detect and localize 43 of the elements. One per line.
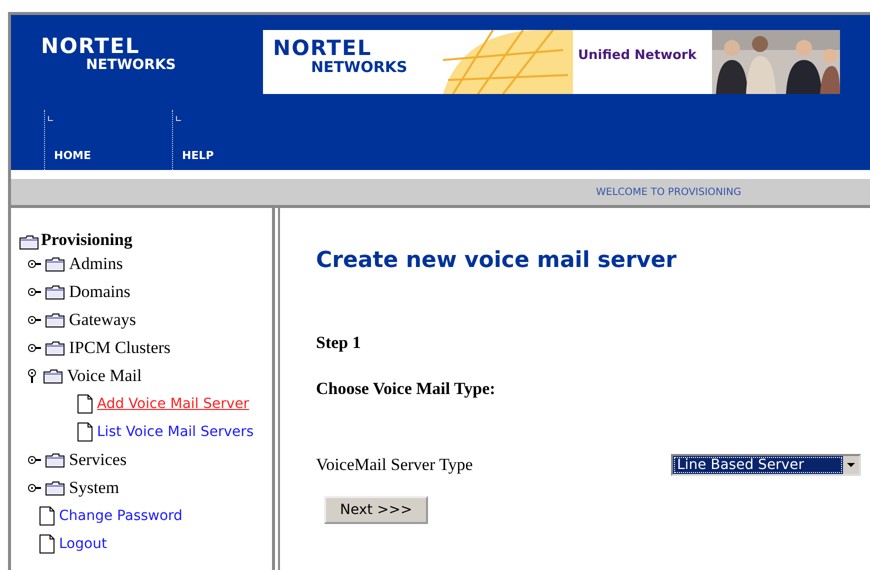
logo-text: NETWORKS (85, 57, 177, 73)
folder-icon (45, 340, 65, 356)
folder-icon (19, 235, 39, 250)
logo-text: NORTEL (273, 38, 373, 59)
document-icon (77, 394, 93, 414)
banner-tagline: Unified Network (578, 48, 696, 63)
section-label: Choose Voice Mail Type: (316, 379, 496, 399)
document-icon (77, 422, 93, 442)
folder-icon (43, 368, 63, 384)
logo-text: NETWORKS (310, 59, 408, 76)
expander-icon[interactable] (27, 483, 41, 493)
tree-folder-label[interactable]: Domains (69, 282, 130, 302)
folder-icon (45, 284, 65, 300)
welcome-text: WELCOME TO PROVISIONING (596, 186, 742, 198)
tree-folder-label[interactable]: Admins (69, 254, 123, 274)
tree-link[interactable]: List Voice Mail Servers (97, 424, 254, 440)
tree-folder-label[interactable]: System (69, 478, 120, 498)
folder-icon (45, 452, 65, 468)
tree-root-label[interactable]: Provisioning (41, 230, 132, 250)
tree-folder-label[interactable]: Gateways (69, 310, 136, 330)
expander-icon[interactable] (27, 259, 41, 269)
document-icon (39, 506, 55, 526)
tree-folder-label[interactable]: Services (69, 450, 127, 470)
page-title: Create new voice mail server (316, 248, 678, 273)
folder-icon (45, 312, 65, 328)
tree-folder-label[interactable]: IPCM Clusters (69, 338, 171, 358)
folder-icon (45, 480, 65, 496)
folder-icon (45, 256, 65, 272)
step-label: Step 1 (316, 333, 362, 353)
expander-icon[interactable] (27, 287, 41, 297)
tree-folder-label[interactable]: Voice Mail (67, 366, 142, 386)
next-button[interactable]: Next >>> (324, 496, 428, 524)
expander-icon[interactable] (27, 455, 41, 465)
logo-text: NORTEL (41, 36, 141, 57)
expander-icon[interactable] (27, 343, 41, 353)
tree-link[interactable]: Change Password (59, 508, 182, 524)
field-label: VoiceMail Server Type (316, 455, 473, 475)
document-icon (39, 534, 55, 554)
expander-icon[interactable] (27, 315, 41, 325)
expander-icon[interactable] (27, 369, 39, 383)
tree-link[interactable]: Logout (59, 536, 107, 552)
tree-link[interactable]: Add Voice Mail Server (97, 396, 250, 412)
server-type-select[interactable]: Line Based Server (671, 454, 861, 476)
